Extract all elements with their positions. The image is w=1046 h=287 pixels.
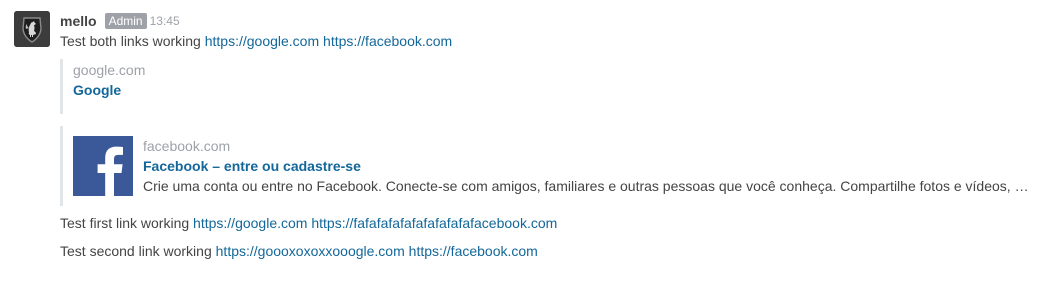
chat-message: mello Admin 13:45 Test both links workin… bbox=[0, 0, 1046, 287]
preview-text: google.com Google bbox=[73, 61, 145, 99]
message-link[interactable]: https://google.com bbox=[193, 215, 307, 231]
rooster-shield-icon bbox=[14, 11, 50, 47]
avatar[interactable] bbox=[14, 11, 50, 47]
url-preview-google: google.com Google bbox=[60, 59, 1036, 114]
url-preview-facebook: facebook.com Facebook – entre ou cadastr… bbox=[60, 126, 1036, 206]
message-link[interactable]: https://google.com bbox=[205, 33, 319, 49]
message-line: Test second link working https://goooxox… bbox=[60, 242, 1036, 260]
message-link[interactable]: https://goooxoxoxxooogle.com bbox=[216, 243, 405, 259]
facebook-logo-icon bbox=[73, 136, 133, 196]
preview-thumbnail[interactable] bbox=[73, 136, 133, 196]
preview-host: facebook.com bbox=[143, 138, 231, 154]
message-link[interactable]: https://facebook.com bbox=[409, 243, 538, 259]
preview-text: facebook.com Facebook – entre ou cadastr… bbox=[143, 137, 1029, 195]
message-time[interactable]: 13:45 bbox=[150, 14, 180, 28]
message-content: mello Admin 13:45 Test both links workin… bbox=[60, 11, 1036, 260]
message-header: mello Admin 13:45 bbox=[60, 11, 1036, 31]
preview-title-link[interactable]: Facebook – entre ou cadastre-se bbox=[143, 157, 1029, 175]
message-link[interactable]: https://fafafafafafafafafafafacebook.com bbox=[311, 215, 557, 231]
message-link[interactable]: https://facebook.com bbox=[323, 33, 452, 49]
role-badge: Admin bbox=[104, 13, 147, 29]
preview-host: google.com bbox=[73, 62, 146, 78]
username[interactable]: mello bbox=[60, 13, 97, 29]
message-line: Test first link working https://google.c… bbox=[60, 214, 1036, 232]
message-text: Test first link working bbox=[60, 215, 190, 231]
preview-description: Crie uma conta ou entre no Facebook. Con… bbox=[143, 178, 1029, 194]
message-text: Test second link working bbox=[60, 243, 212, 259]
message-text: Test both links working bbox=[60, 33, 201, 49]
message-line: Test both links working https://google.c… bbox=[60, 32, 1036, 50]
preview-title-link[interactable]: Google bbox=[73, 81, 145, 99]
